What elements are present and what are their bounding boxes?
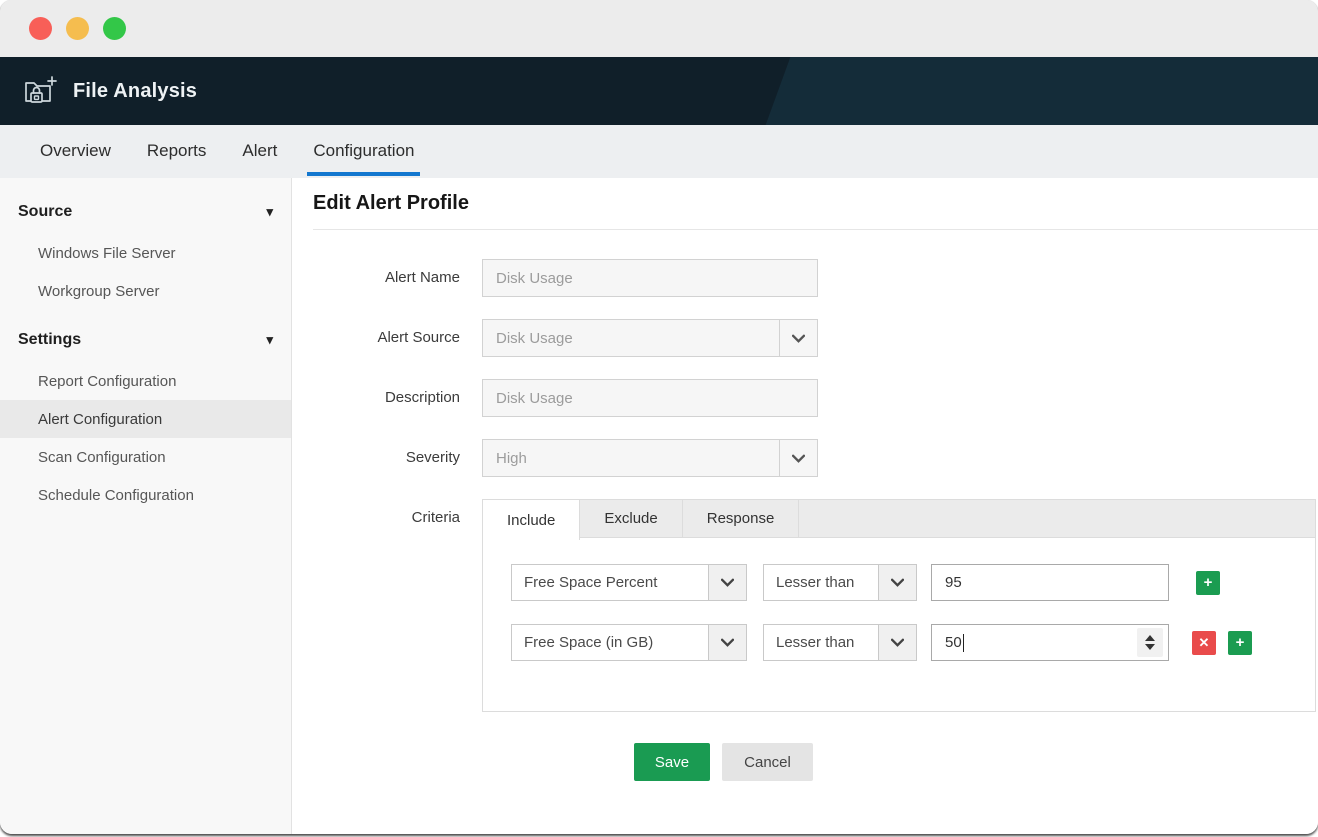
page-title: Edit Alert Profile [313, 192, 1318, 215]
window-titlebar [0, 0, 1318, 57]
main-panel: Edit Alert Profile Alert Name Alert Sour… [292, 178, 1318, 834]
sidebar: Source ▾ Windows File Server Workgroup S… [0, 178, 292, 834]
criteria-operator-value: Lesser than [764, 565, 878, 600]
chevron-down-icon: ▾ [266, 332, 273, 348]
severity-selected-value: High [483, 440, 779, 476]
criteria-attribute-select[interactable]: Free Space Percent [511, 564, 747, 601]
tab-alert[interactable]: Alert [236, 125, 283, 176]
title-divider [313, 229, 1318, 230]
maximize-window-button[interactable] [103, 17, 126, 40]
criteria-value-text: 95 [945, 574, 962, 591]
criteria-operator-select[interactable]: Lesser than [763, 564, 917, 601]
chevron-down-icon [708, 625, 746, 660]
tab-overview[interactable]: Overview [34, 125, 117, 176]
criteria-attribute-value: Free Space (in GB) [512, 625, 708, 660]
number-stepper[interactable] [1137, 628, 1163, 657]
sidebar-group-source[interactable]: Source ▾ [0, 190, 291, 234]
severity-select[interactable]: High [482, 439, 818, 477]
add-criteria-button[interactable]: + [1228, 631, 1252, 655]
folder-lock-add-icon [22, 73, 58, 109]
sidebar-group-source-label: Source [18, 203, 72, 221]
chevron-down-icon [779, 320, 817, 356]
app-title: File Analysis [73, 80, 197, 103]
sidebar-item-alert-configuration[interactable]: Alert Configuration [0, 400, 291, 438]
add-criteria-button[interactable]: + [1196, 571, 1220, 595]
alert-source-selected-value: Disk Usage [483, 320, 779, 356]
criteria-operator-select[interactable]: Lesser than [763, 624, 917, 661]
criteria-tab-exclude[interactable]: Exclude [580, 500, 682, 537]
app-header: File Analysis [0, 57, 1318, 125]
criteria-tabbar: Include Exclude Response [482, 499, 1316, 537]
alert-name-label: Alert Name [313, 259, 460, 297]
chevron-down-icon [708, 565, 746, 600]
criteria-attribute-select[interactable]: Free Space (in GB) [511, 624, 747, 661]
criteria-value-text: 50 [945, 634, 962, 651]
chevron-down-icon [878, 625, 916, 660]
chevron-down-icon [779, 440, 817, 476]
sidebar-item-scan-configuration[interactable]: Scan Configuration [0, 438, 291, 476]
severity-label: Severity [313, 439, 460, 477]
chevron-down-icon: ▾ [266, 204, 273, 220]
sidebar-item-windows-file-server[interactable]: Windows File Server [0, 234, 291, 272]
alert-source-select[interactable]: Disk Usage [482, 319, 818, 357]
stepper-up-icon[interactable] [1145, 635, 1155, 641]
tab-configuration[interactable]: Configuration [307, 125, 420, 176]
chevron-down-icon [878, 565, 916, 600]
criteria-attribute-value: Free Space Percent [512, 565, 708, 600]
stepper-down-icon[interactable] [1145, 644, 1155, 650]
criteria-operator-value: Lesser than [764, 625, 878, 660]
alert-name-input[interactable] [482, 259, 818, 297]
criteria-tab-include[interactable]: Include [483, 500, 580, 540]
criteria-row-1: Free Space Percent Lesser than [511, 564, 1315, 601]
criteria-value-input[interactable]: 50 [931, 624, 1169, 661]
description-label: Description [313, 379, 460, 417]
remove-criteria-button[interactable]: ✕ [1192, 631, 1216, 655]
app-window: File Analysis Overview Reports Alert Con… [0, 0, 1318, 834]
text-cursor [963, 634, 964, 652]
alert-source-label: Alert Source [313, 319, 460, 357]
description-input[interactable] [482, 379, 818, 417]
edit-alert-profile-form: Alert Name Alert Source Disk Usage [313, 259, 1318, 781]
sidebar-group-settings[interactable]: Settings ▾ [0, 318, 291, 362]
close-window-button[interactable] [29, 17, 52, 40]
sidebar-item-schedule-configuration[interactable]: Schedule Configuration [0, 476, 291, 514]
criteria-include-body: Free Space Percent Lesser than [482, 537, 1316, 712]
sidebar-group-settings-label: Settings [18, 331, 81, 349]
sidebar-item-report-configuration[interactable]: Report Configuration [0, 362, 291, 400]
criteria-row-2: Free Space (in GB) Lesser than [511, 624, 1315, 661]
criteria-tab-response[interactable]: Response [683, 500, 800, 537]
criteria-label: Criteria [313, 499, 460, 712]
criteria-value-input[interactable]: 95 [931, 564, 1169, 601]
minimize-window-button[interactable] [66, 17, 89, 40]
criteria-panel: Include Exclude Response Free Space Perc… [482, 499, 1316, 712]
save-button[interactable]: Save [634, 743, 710, 781]
sidebar-item-workgroup-server[interactable]: Workgroup Server [0, 272, 291, 310]
cancel-button[interactable]: Cancel [722, 743, 813, 781]
nav-tabbar: Overview Reports Alert Configuration [0, 125, 1318, 178]
form-actions: Save Cancel [634, 743, 1318, 781]
tab-reports[interactable]: Reports [141, 125, 213, 176]
